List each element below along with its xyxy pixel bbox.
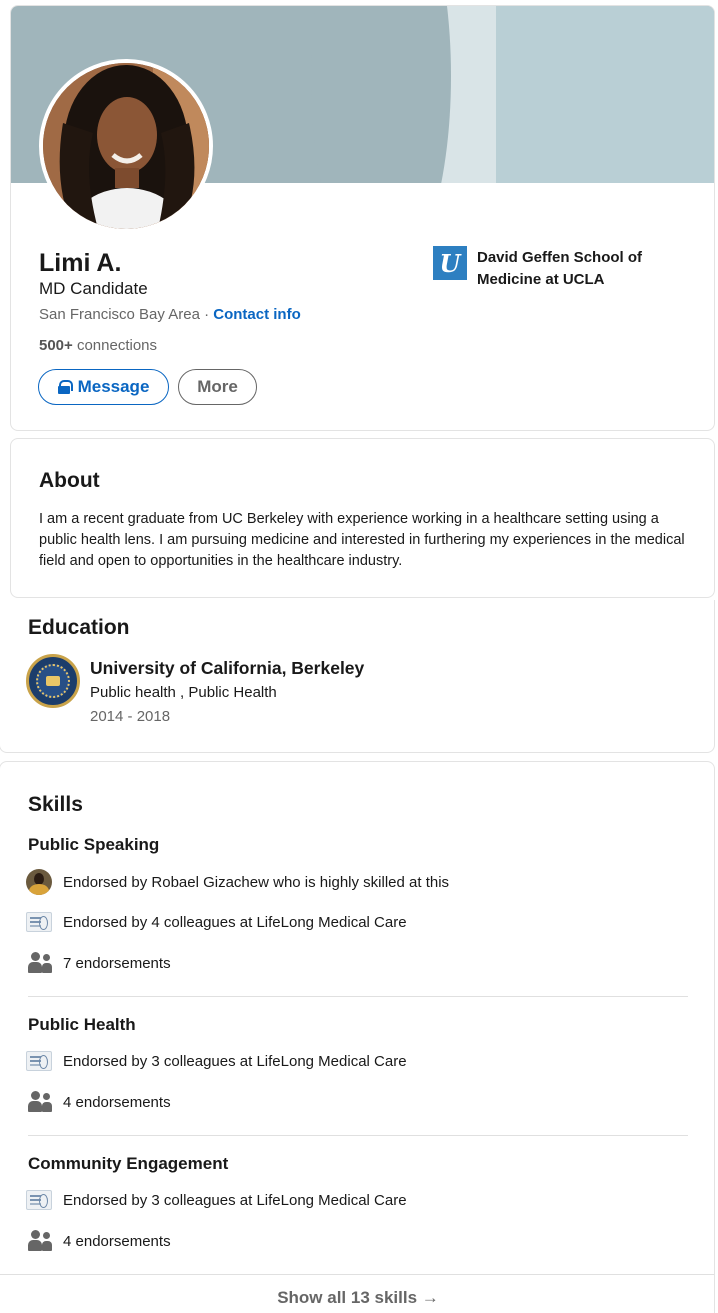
endorsement-row[interactable]: Endorsed by 3 colleagues at LifeLong Med… [26, 1048, 407, 1074]
location-text: San Francisco Bay Area [39, 306, 200, 323]
company-logo-icon [26, 1051, 52, 1071]
education-years: 2014 - 2018 [90, 708, 171, 725]
education-title: Education [28, 616, 130, 639]
endorsement-text: Endorsed by 3 colleagues at LifeLong Med… [63, 1191, 407, 1209]
people-icon [26, 1229, 52, 1253]
skill-divider [28, 1135, 688, 1136]
connections-count[interactable]: 500+ connections [39, 337, 157, 354]
school-logo-icon[interactable]: U [433, 246, 467, 280]
profile-headline: MD Candidate [39, 279, 148, 298]
connections-number: 500+ [39, 337, 73, 354]
about-title: About [39, 469, 100, 492]
education-school-name[interactable]: University of California, Berkeley [90, 658, 364, 679]
people-icon [26, 1090, 52, 1114]
school-logo-letter: U [439, 248, 461, 278]
endorsement-count-row[interactable]: 4 endorsements [26, 1228, 171, 1254]
endorsement-count-row[interactable]: 7 endorsements [26, 950, 171, 976]
university-seal-icon[interactable] [26, 654, 80, 708]
connections-label: connections [72, 337, 158, 354]
endorsement-count: 7 endorsements [63, 954, 171, 972]
more-button[interactable]: More [178, 369, 257, 405]
location-separator: · [199, 306, 214, 323]
endorsement-text: Endorsed by 4 colleagues at LifeLong Med… [63, 913, 407, 931]
endorsement-row[interactable]: Endorsed by 4 colleagues at LifeLong Med… [26, 909, 407, 935]
contact-info-link[interactable]: Contact info [213, 306, 301, 323]
skill-name[interactable]: Public Health [28, 1015, 136, 1035]
skills-title: Skills [28, 793, 83, 816]
message-button[interactable]: Message [38, 369, 169, 405]
education-field: Public health , Public Health [90, 684, 277, 701]
endorsement-count: 4 endorsements [63, 1093, 171, 1111]
skill-divider [28, 996, 688, 997]
endorsement-text: Endorsed by 3 colleagues at LifeLong Med… [63, 1052, 407, 1070]
endorsement-text: Endorsed by Robael Gizachew who is highl… [63, 873, 450, 891]
endorsement-count: 4 endorsements [63, 1232, 171, 1250]
education-section: Education University of California, Berk… [0, 600, 715, 753]
message-button-label: Message [77, 377, 150, 396]
company-logo-icon [26, 1190, 52, 1210]
people-icon [26, 951, 52, 975]
about-section: About I am a recent graduate from UC Ber… [10, 438, 715, 598]
profile-avatar[interactable] [39, 59, 213, 233]
school-link[interactable]: David Geffen School of Medicine at UCLA [477, 247, 687, 291]
skill-name[interactable]: Public Speaking [28, 835, 159, 855]
more-button-label: More [197, 377, 238, 396]
endorser-avatar-icon [26, 869, 52, 895]
lock-icon [57, 380, 73, 394]
profile-card: U David Geffen School of Medicine at UCL… [10, 5, 715, 431]
endorsement-count-row[interactable]: 4 endorsements [26, 1089, 171, 1115]
endorsement-row[interactable]: Endorsed by 3 colleagues at LifeLong Med… [26, 1187, 407, 1213]
location-line: San Francisco Bay Area · Contact info [39, 306, 301, 323]
company-logo-icon [26, 912, 52, 932]
profile-name: Limi A. [39, 249, 122, 277]
skills-section: Skills Public Speaking Endorsed by Robae… [0, 761, 715, 1313]
show-all-skills-button[interactable]: Show all 13 skills → [0, 1275, 714, 1313]
endorsement-row[interactable]: Endorsed by Robael Gizachew who is highl… [26, 869, 449, 895]
skill-name[interactable]: Community Engagement [28, 1154, 228, 1174]
about-text: I am a recent graduate from UC Berkeley … [39, 511, 685, 569]
